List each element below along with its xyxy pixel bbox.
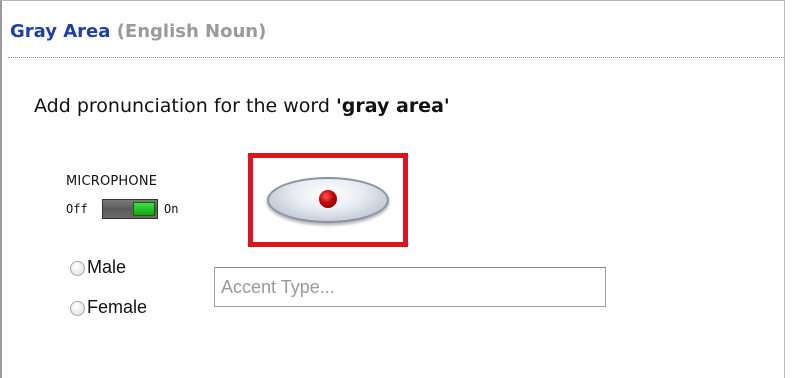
record-button[interactable] bbox=[267, 177, 389, 223]
part-of-speech-label: (English Noun) bbox=[116, 21, 267, 42]
record-icon bbox=[319, 190, 337, 208]
radio-female[interactable] bbox=[70, 301, 85, 316]
radio-male-label: Male bbox=[87, 257, 127, 277]
record-highlight-box bbox=[248, 153, 408, 247]
prompt-text: Add pronunciation for the word bbox=[34, 95, 336, 117]
word-link[interactable]: Gray Area bbox=[10, 21, 110, 42]
microphone-off-label: Off bbox=[66, 202, 88, 216]
page-title: Gray Area (English Noun) bbox=[10, 21, 266, 42]
microphone-label: MICROPHONE bbox=[66, 174, 158, 189]
microphone-toggle[interactable] bbox=[102, 199, 158, 219]
accent-type-input[interactable] bbox=[214, 267, 606, 307]
toggle-knob bbox=[133, 202, 155, 216]
radio-female-label: Female bbox=[87, 297, 148, 317]
prompt-word: 'gray area' bbox=[335, 95, 450, 117]
radio-male[interactable] bbox=[70, 261, 85, 276]
pronunciation-prompt: Add pronunciation for the word 'gray are… bbox=[34, 95, 450, 117]
microphone-on-label: On bbox=[164, 202, 179, 216]
pronunciation-panel: Gray Area (English Noun) Add pronunciati… bbox=[0, 0, 785, 378]
header-divider bbox=[8, 57, 784, 58]
